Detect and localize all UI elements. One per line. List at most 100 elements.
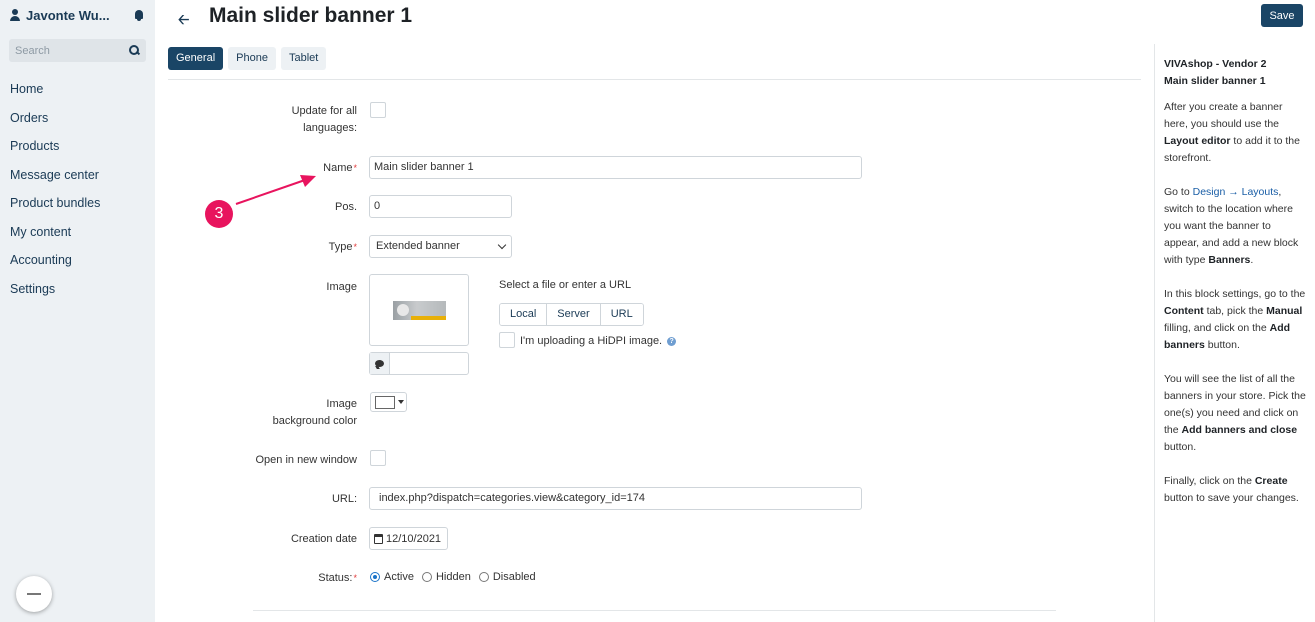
user-name[interactable]: Javonte Wu... xyxy=(26,8,133,23)
help-paragraph: After you create a banner here, you shou… xyxy=(1164,99,1306,167)
radio-icon[interactable] xyxy=(478,572,489,582)
help-text: button to save your changes. xyxy=(1164,492,1299,504)
type-label: Type* xyxy=(329,239,357,256)
help-bold-text: Content xyxy=(1164,305,1204,317)
image-alt-text-input[interactable] xyxy=(369,352,469,375)
alt-text-icon-wrap xyxy=(370,353,390,374)
radio-icon[interactable] xyxy=(421,572,432,582)
search-input[interactable]: Search xyxy=(9,39,146,62)
required-mark: * xyxy=(353,573,357,583)
help-icon[interactable]: ? xyxy=(667,336,677,346)
status-hidden-label: Hidden xyxy=(435,571,471,583)
required-mark: * xyxy=(353,242,357,252)
help-text: . xyxy=(1250,254,1254,266)
caret-down-icon xyxy=(398,400,404,404)
help-text: After you create a banner here, you shou… xyxy=(1164,101,1283,130)
status-label-text: Status: xyxy=(318,572,353,584)
sidebar-item-accounting[interactable]: Accounting xyxy=(10,251,100,280)
status-disabled-radio[interactable]: Disabled xyxy=(478,571,536,583)
chevron-down-icon xyxy=(497,240,507,250)
color-swatch xyxy=(375,396,395,409)
help-text: filling, and click on the xyxy=(1164,322,1270,334)
radio-selected-icon[interactable] xyxy=(370,572,380,582)
user-menu[interactable]: Javonte Wu... xyxy=(10,6,145,24)
help-heading-banner: Main slider banner 1 xyxy=(1164,75,1266,87)
sidebar-nav: Home Orders Products Message center Prod… xyxy=(10,80,100,308)
hidpi-checkbox[interactable] xyxy=(499,332,515,348)
creation-date-value: 12/10/2021 xyxy=(386,532,442,545)
image-bg-color-label: Image background color xyxy=(272,398,357,427)
help-text: In this block settings, go to the xyxy=(1164,288,1306,300)
sidebar-item-home[interactable]: Home xyxy=(10,80,100,109)
status-radio-group: Active Hidden Disabled xyxy=(370,571,536,583)
help-paragraph: You will see the list of all the banners… xyxy=(1164,371,1306,456)
sidebar-item-orders[interactable]: Orders xyxy=(10,109,100,138)
server-button[interactable]: Server xyxy=(547,304,601,325)
type-select[interactable]: Extended banner xyxy=(369,235,512,258)
help-chat-icon xyxy=(27,593,41,595)
position-input[interactable]: 0 xyxy=(369,195,512,218)
help-chat-button[interactable] xyxy=(16,576,52,612)
open-new-window-label: Open in new window xyxy=(255,454,357,466)
sidebar-item-message-center[interactable]: Message center xyxy=(10,166,100,195)
help-bold-text: Add banners and close xyxy=(1181,424,1298,436)
type-select-value: Extended banner xyxy=(376,240,460,252)
tab-divider xyxy=(168,79,1141,80)
banner-thumbnail xyxy=(393,301,446,320)
hidpi-label: I'm uploading a HiDPI image. xyxy=(520,335,663,347)
search-icon[interactable] xyxy=(129,45,140,56)
help-paragraph: Go to Design → Layouts, switch to the lo… xyxy=(1164,184,1306,269)
annotation-arrow xyxy=(235,175,316,205)
help-text: button. xyxy=(1204,339,1240,351)
tab-general[interactable]: General xyxy=(168,47,224,70)
help-paragraph: Finally, click on the Create button to s… xyxy=(1164,473,1306,507)
calendar-icon[interactable] xyxy=(374,533,383,544)
update-all-languages-label: Update for all languages: xyxy=(291,105,357,134)
status-hidden-radio[interactable]: Hidden xyxy=(421,571,471,583)
url-input[interactable]: index.php?dispatch=categories.view&categ… xyxy=(369,487,862,510)
help-bold-text: Banners xyxy=(1208,254,1251,266)
pos-label: Pos. xyxy=(334,201,357,213)
bell-icon[interactable] xyxy=(133,9,145,22)
form-bottom-divider xyxy=(253,610,1056,611)
tab-bar: General Phone Tablet xyxy=(168,47,327,70)
image-label: Image xyxy=(326,281,357,293)
status-active-radio[interactable]: Active xyxy=(370,571,414,583)
name-label-text: Name xyxy=(323,162,353,174)
back-arrow-icon[interactable]: 🡠 xyxy=(178,9,190,27)
help-bold-text: Manual xyxy=(1266,305,1303,317)
tab-tablet[interactable]: Tablet xyxy=(280,47,327,70)
page-title: Main slider banner 1 xyxy=(209,4,413,27)
user-icon xyxy=(10,9,20,21)
search-placeholder[interactable]: Search xyxy=(15,45,129,57)
sidebar-item-my-content[interactable]: My content xyxy=(10,223,100,252)
image-preview[interactable] xyxy=(369,274,469,346)
help-panel: VIVAshop - Vendor 2 Main slider banner 1… xyxy=(1154,44,1315,622)
help-text: tab, pick the xyxy=(1203,305,1267,317)
name-input[interactable]: Main slider banner 1 xyxy=(369,156,862,179)
update-all-languages-checkbox[interactable] xyxy=(370,102,386,118)
creation-date-input[interactable]: 12/10/2021 xyxy=(369,527,448,550)
color-picker[interactable] xyxy=(370,392,407,412)
status-active-label: Active xyxy=(384,571,414,583)
url-label: URL: xyxy=(331,493,357,505)
name-label: Name* xyxy=(323,160,357,177)
help-bold-text: Create xyxy=(1254,475,1288,487)
help-text: Finally, click on the xyxy=(1164,475,1255,487)
status-label: Status:* xyxy=(318,570,357,587)
design-layouts-link[interactable]: Design → Layouts xyxy=(1193,186,1279,198)
local-button[interactable]: Local xyxy=(500,304,548,325)
help-paragraph: In this block settings, go to the Conten… xyxy=(1164,286,1306,354)
required-mark: * xyxy=(353,163,357,173)
type-label-text: Type xyxy=(328,241,353,253)
sidebar-item-product-bundles[interactable]: Product bundles xyxy=(10,194,100,223)
tab-phone[interactable]: Phone xyxy=(228,47,276,70)
help-text: button. xyxy=(1164,441,1197,453)
save-button[interactable]: Save xyxy=(1261,4,1303,27)
sidebar-item-settings[interactable]: Settings xyxy=(10,280,100,309)
status-disabled-label: Disabled xyxy=(492,571,536,583)
select-file-hint: Select a file or enter a URL xyxy=(499,279,632,291)
url-button[interactable]: URL xyxy=(600,304,643,325)
sidebar-item-products[interactable]: Products xyxy=(10,137,100,166)
open-new-window-checkbox[interactable] xyxy=(370,450,386,466)
